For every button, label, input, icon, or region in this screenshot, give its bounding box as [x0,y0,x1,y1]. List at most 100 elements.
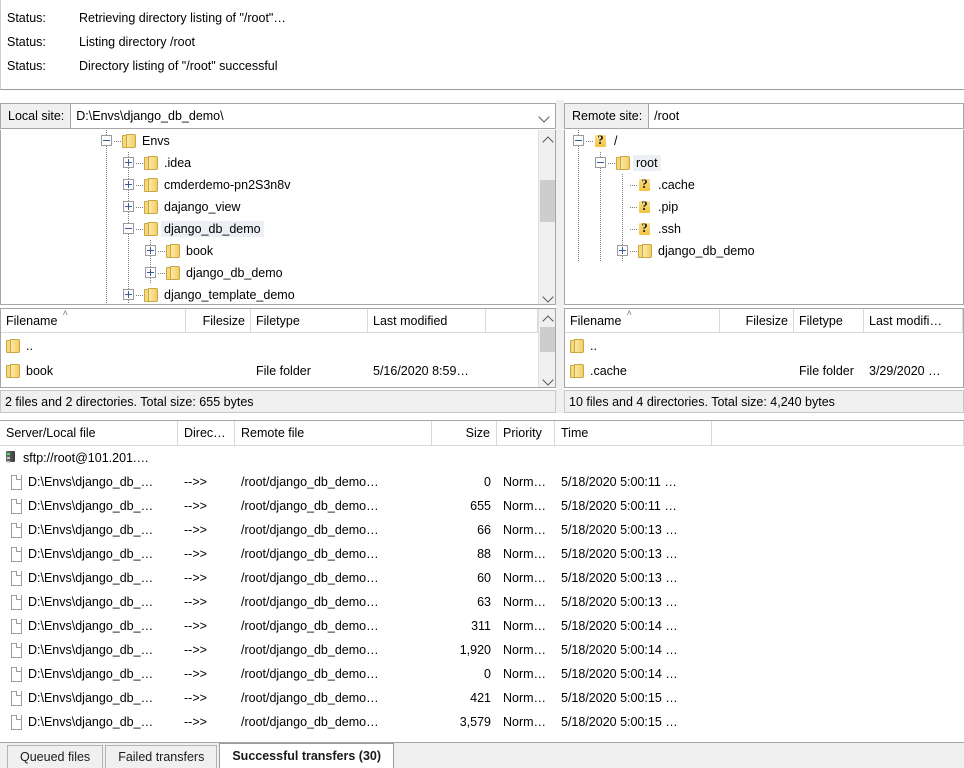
tab-queued-files[interactable]: Queued files [7,745,104,768]
queue-column-header-serverlocalfile[interactable]: Server/Local file [0,421,178,445]
local-directory-tree[interactable]: Envs .idea cmderdemo-pn2S3n8v dajango_view d… [0,130,556,305]
queue-column-header-priority[interactable]: Priority [497,421,555,445]
queue-column-header-size[interactable]: Size [432,421,497,445]
tree-guide-line [106,174,107,196]
column-header-lastmodified[interactable]: Last modified [368,309,486,332]
queue-transfer-row[interactable]: D:\Envs\django_db_… -->> /root/django_db_d… [0,470,964,494]
local-file-list-header[interactable]: Filename ˄ Filesize Filetype Last modified [1,309,555,333]
scrollbar-thumb[interactable] [540,180,555,222]
tree-node-label: cmderdemo-pn2S3n8v [164,178,291,192]
queue-transfer-row[interactable]: D:\Envs\django_db_… -->> /root/django_db_d… [0,590,964,614]
tree-node-.pip[interactable]: .pip [565,196,963,218]
local-file-list-body[interactable]: .. book File folder 5/16/2020 8:59… [1,333,555,383]
message-log[interactable]: Status: Retrieving directory listing of "… [0,0,964,90]
scroll-down-icon[interactable] [539,287,555,304]
tree-node-django_db_demo[interactable]: django_db_demo [1,218,538,240]
column-header-filetype[interactable]: Filetype [794,309,864,332]
tree-node-envs[interactable]: Envs [1,130,538,152]
column-header-filesize[interactable]: Filesize [720,309,794,332]
queue-size: 60 [477,571,491,585]
panel-splitter[interactable] [556,100,564,413]
tree-node-dajango_view[interactable]: dajango_view [1,196,538,218]
column-header-filename[interactable]: Filename ˄ [565,309,720,332]
queue-column-header-blank[interactable] [712,421,964,445]
scroll-up-icon[interactable] [539,130,555,147]
tree-node-django_template_demo[interactable]: django_template_demo [1,284,538,304]
queue-transfer-row[interactable]: D:\Envs\django_db_… -->> /root/django_db_d… [0,494,964,518]
queue-transfer-row[interactable]: D:\Envs\django_db_… -->> /root/django_db_d… [0,662,964,686]
collapse-node-icon[interactable] [573,135,584,146]
tree-node-.cache[interactable]: .cache [565,174,963,196]
collapse-node-icon[interactable] [101,135,112,146]
file-list-row[interactable]: .. [1,333,555,358]
tree-node-.ssh[interactable]: .ssh [565,218,963,240]
tree-node-root[interactable]: root [565,152,963,174]
queue-cell-local: D:\Envs\django_db_… [0,498,178,514]
expand-node-icon[interactable] [123,201,134,212]
queue-column-header-time[interactable]: Time [555,421,712,445]
column-header-filetype[interactable]: Filetype [251,309,368,332]
queue-server-row[interactable]: sftp://root@101.201.… [0,446,964,470]
queue-transfer-row[interactable]: D:\Envs\django_db_… -->> /root/django_db_d… [0,614,964,638]
remote-directory-tree[interactable]: / root .cache .pip .ssh django_db_demo [564,130,964,305]
queue-transfer-row[interactable]: D:\Envs\django_db_… -->> /root/django_db_d… [0,686,964,710]
tree-node-.idea[interactable]: .idea [1,152,538,174]
expand-node-icon[interactable] [145,267,156,278]
collapse-node-icon[interactable] [595,157,606,168]
tree-guide-line [106,240,107,262]
expand-node-icon[interactable] [123,179,134,190]
tab-failed-transfers[interactable]: Failed transfers [105,745,218,768]
queue-remote: /root/django_db_demo… [241,715,379,729]
local-tree-scrollbar[interactable] [538,130,555,304]
queue-column-header-direc[interactable]: Direc… [178,421,235,445]
transfer-queue-body[interactable]: sftp://root@101.201.… D:\Envs\django_db_…… [0,446,964,734]
column-header-filesize[interactable]: Filesize [186,309,251,332]
queue-transfer-row[interactable]: D:\Envs\django_db_… -->> /root/django_db_d… [0,518,964,542]
column-header-blank[interactable] [486,309,538,332]
tree-node-cmderdemo-pn2s3n8v[interactable]: cmderdemo-pn2S3n8v [1,174,538,196]
file-list-row[interactable]: book File folder 5/16/2020 8:59… [1,358,555,383]
queue-direction: -->> [184,619,207,633]
remote-file-list-body[interactable]: .. .cache File folder 3/29/2020 … [565,333,963,383]
local-site-input[interactable]: D:\Envs\django_db_demo\ [71,104,533,128]
tab-successful-transfers-30[interactable]: Successful transfers (30) [219,743,395,768]
scroll-up-icon[interactable] [539,309,555,326]
tree-node-django_db_demo[interactable]: django_db_demo [565,240,963,262]
expand-node-icon[interactable] [123,289,134,300]
transfer-queue[interactable]: Server/Local file Direc… Remote file Size Pr… [0,420,964,742]
queue-transfer-row[interactable]: D:\Envs\django_db_… -->> /root/django_db_d… [0,710,964,734]
column-header-filename[interactable]: Filename ˄ [1,309,186,332]
transfer-queue-header[interactable]: Server/Local file Direc… Remote file Size Pr… [0,421,964,446]
column-header-lastmodifi[interactable]: Last modifi… [864,309,963,332]
tree-guide-line [128,262,129,284]
tree-node-book[interactable]: book [1,240,538,262]
queue-cell-priority: Norm… [497,547,555,561]
scrollbar-thumb[interactable] [540,327,555,352]
collapse-node-icon[interactable] [123,223,134,234]
local-site-dropdown-button[interactable] [533,104,555,128]
remote-file-list-header[interactable]: Filename ˄ Filesize Filetype Last modifi… [565,309,963,333]
tree-guide-line [600,174,601,196]
queue-direction: -->> [184,643,207,657]
remote-file-list[interactable]: Filename ˄ Filesize Filetype Last modifi… ..… [564,308,964,388]
queue-transfer-row[interactable]: D:\Envs\django_db_… -->> /root/django_db_d… [0,542,964,566]
tree-guide-line [158,273,165,274]
queue-transfer-row[interactable]: D:\Envs\django_db_… -->> /root/django_db_d… [0,638,964,662]
tree-node-django_db_demo[interactable]: django_db_demo [1,262,538,284]
queue-column-header-remotefile[interactable]: Remote file [235,421,432,445]
message-status-label: Status: [7,11,46,25]
remote-site-bar: Remote site: /root [564,103,964,129]
tree-node-[interactable]: / [565,130,963,152]
queue-transfer-row[interactable]: D:\Envs\django_db_… -->> /root/django_db_d… [0,566,964,590]
remote-site-input[interactable]: /root [649,104,963,128]
local-file-list-scrollbar[interactable] [538,309,555,387]
queue-cell-local: D:\Envs\django_db_… [0,594,178,610]
expand-node-icon[interactable] [145,245,156,256]
expand-node-icon[interactable] [617,245,628,256]
message-status-text: Retrieving directory listing of "/root"… [79,11,286,25]
file-list-row[interactable]: .cache File folder 3/29/2020 … [565,358,963,383]
local-file-list[interactable]: Filename ˄ Filesize Filetype Last modified .… [0,308,556,388]
file-list-row[interactable]: .. [565,333,963,358]
scroll-down-icon[interactable] [539,370,555,387]
expand-node-icon[interactable] [123,157,134,168]
